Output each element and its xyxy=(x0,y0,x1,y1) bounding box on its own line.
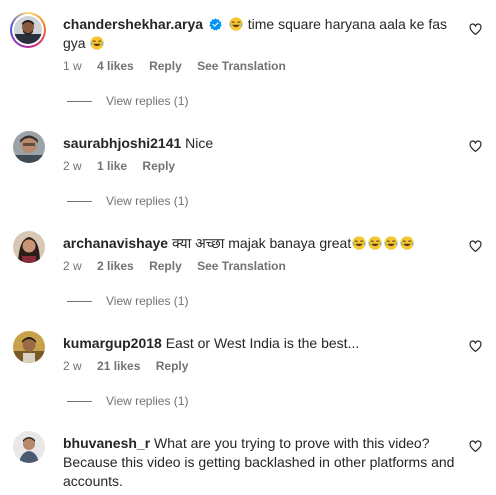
heart-outline-icon[interactable] xyxy=(469,340,482,353)
comment-username[interactable]: chandershekhar.arya xyxy=(63,16,203,32)
comment-time: 2 w xyxy=(63,259,82,273)
comment-likes[interactable]: 1 like xyxy=(97,159,127,173)
laughing-emoji-icon xyxy=(229,17,243,31)
comment-username[interactable]: bhuvanesh_r xyxy=(63,435,150,451)
view-replies-label: View replies (1) xyxy=(106,394,189,408)
view-replies-button[interactable]: View replies (1) xyxy=(67,394,188,408)
replies-divider xyxy=(67,201,92,203)
view-replies-button[interactable]: View replies (1) xyxy=(67,294,188,308)
see-translation-button[interactable]: See Translation xyxy=(197,59,286,73)
replies-divider xyxy=(67,401,92,403)
comment-likes[interactable]: 21 likes xyxy=(97,359,140,373)
comment-username[interactable]: kumargup2018 xyxy=(63,335,162,351)
replies-divider xyxy=(67,301,92,303)
reply-button[interactable]: Reply xyxy=(149,59,182,73)
laughing-emoji-icon xyxy=(368,236,382,250)
comment-body: bhuvanesh_r What are you trying to prove… xyxy=(63,434,473,491)
see-translation-button[interactable]: See Translation xyxy=(197,259,286,273)
comment-text: East or West India is the best... xyxy=(165,335,360,351)
view-replies-button[interactable]: View replies (1) xyxy=(67,194,188,208)
replies-divider xyxy=(67,101,92,103)
comment-time: 1 w xyxy=(63,59,82,73)
comment-username[interactable]: saurabhjoshi2141 xyxy=(63,135,181,151)
verified-badge-icon xyxy=(209,18,222,31)
view-replies-label: View replies (1) xyxy=(106,294,189,308)
comment-likes[interactable]: 2 likes xyxy=(97,259,134,273)
comment-time: 2 w xyxy=(63,359,82,373)
avatar[interactable] xyxy=(10,12,46,48)
comment-text: Nice xyxy=(185,135,214,151)
reply-button[interactable]: Reply xyxy=(142,159,175,173)
comment-meta: 1 w 4 likes Reply See Translation xyxy=(63,59,298,73)
laughing-emoji-icon xyxy=(90,36,105,50)
heart-outline-icon[interactable] xyxy=(469,240,482,253)
comment-text: क्या अच्छा majak banaya great xyxy=(171,235,352,251)
comment-time: 2 w xyxy=(63,159,82,173)
reply-button[interactable]: Reply xyxy=(156,359,189,373)
avatar[interactable] xyxy=(13,231,45,263)
comment-meta: 2 w 2 likes Reply See Translation xyxy=(63,259,298,273)
avatar[interactable] xyxy=(13,431,45,463)
laughing-emoji-icon xyxy=(352,236,366,250)
view-replies-button[interactable]: View replies (1) xyxy=(67,94,188,108)
avatar[interactable] xyxy=(13,131,45,163)
comment-username[interactable]: archanavishaye xyxy=(63,235,168,251)
comment-meta: 2 w 21 likes Reply xyxy=(63,359,200,373)
reply-button[interactable]: Reply xyxy=(149,259,182,273)
laughing-emoji-icon xyxy=(400,236,414,250)
comment-likes[interactable]: 4 likes xyxy=(97,59,134,73)
heart-outline-icon[interactable] xyxy=(469,440,482,453)
laughing-emoji-icon xyxy=(384,236,398,250)
heart-outline-icon[interactable] xyxy=(469,23,482,36)
view-replies-label: View replies (1) xyxy=(106,94,189,108)
avatar[interactable] xyxy=(13,331,45,363)
view-replies-label: View replies (1) xyxy=(106,194,189,208)
heart-outline-icon[interactable] xyxy=(469,140,482,153)
comment-meta: 2 w 1 like Reply xyxy=(63,159,187,173)
